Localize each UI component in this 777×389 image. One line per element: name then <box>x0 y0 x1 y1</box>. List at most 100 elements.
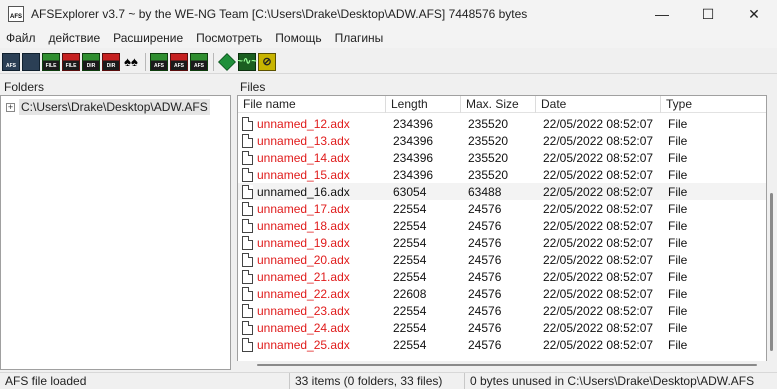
table-row[interactable]: unnamed_18.adx 22554 24576 22/05/2022 08:52… <box>238 217 766 234</box>
file-date: 22/05/2022 08:52:07 <box>543 337 654 352</box>
file-length: 22554 <box>393 320 427 335</box>
menu-action[interactable]: действие <box>43 31 108 45</box>
plugin-icon[interactable]: ⊘ <box>258 52 276 71</box>
menu-file[interactable]: Файл <box>0 31 43 45</box>
file-name-cell: unnamed_25.adx <box>238 337 386 352</box>
table-row[interactable]: unnamed_17.adx 22554 24576 22/05/2022 08:52… <box>238 200 766 217</box>
table-row[interactable]: unnamed_15.adx 234396 235520 22/05/2022 08:… <box>238 166 766 183</box>
file-name: unnamed_16.adx <box>257 184 350 199</box>
column-header-type[interactable]: Type <box>661 96 766 113</box>
file-length: 234396 <box>393 116 434 131</box>
toolbar-separator <box>145 52 146 71</box>
file-date: 22/05/2022 08:52:07 <box>543 150 654 165</box>
file-name-cell: unnamed_20.adx <box>238 252 386 267</box>
expand-icon[interactable]: + <box>6 102 15 112</box>
folders-tree[interactable]: + C:\Users\Drake\Desktop\ADW.AFS <box>0 95 231 370</box>
file-max-size: 24576 <box>468 235 502 250</box>
vertical-scroll-thumb[interactable] <box>770 193 773 351</box>
file-date: 22/05/2022 08:52:07 <box>543 201 654 216</box>
file-date: 22/05/2022 08:52:07 <box>543 286 654 301</box>
table-row[interactable]: unnamed_19.adx 22554 24576 22/05/2022 08:52… <box>238 234 766 251</box>
file-length: 22554 <box>393 337 427 352</box>
table-row[interactable]: unnamed_13.adx 234396 235520 22/05/2022 08:… <box>238 132 766 149</box>
file-length: 22608 <box>393 286 427 301</box>
file-date: 22/05/2022 08:52:07 <box>543 133 654 148</box>
file-name: unnamed_13.adx <box>257 133 350 148</box>
file-name-cell: unnamed_22.adx <box>238 286 386 301</box>
table-row[interactable]: unnamed_12.adx 234396 235520 22/05/2022 08:… <box>238 115 766 132</box>
close-icon: ✕ <box>748 5 760 22</box>
file-name-cell: unnamed_21.adx <box>238 269 386 284</box>
close-button[interactable]: ✕ <box>731 0 777 28</box>
file-length: 22554 <box>393 235 427 250</box>
file-name-cell: unnamed_17.adx <box>238 201 386 216</box>
column-header-date[interactable]: Date <box>536 96 661 113</box>
menu-plugins[interactable]: Плагины <box>329 31 391 45</box>
column-header-file-name[interactable]: File name <box>238 96 386 113</box>
file-type: File <box>668 269 688 284</box>
menu-view[interactable]: Посмотреть <box>190 31 269 45</box>
maximize-icon: ☐ <box>701 5 715 22</box>
file-type: File <box>668 184 688 199</box>
afs-open-icon[interactable]: AFS <box>2 52 20 71</box>
table-row[interactable]: unnamed_16.adx 63054 63488 22/05/2022 08:52… <box>238 183 766 200</box>
table-row[interactable]: unnamed_25.adx 22554 24576 22/05/2022 08:52… <box>238 336 766 353</box>
binoculars-icon[interactable]: ♠♠ <box>122 53 140 71</box>
file-max-size: 24576 <box>468 201 502 216</box>
file-type: File <box>668 235 688 250</box>
save-icon[interactable] <box>22 52 40 71</box>
maximize-button[interactable]: ☐ <box>685 0 731 28</box>
menu-help[interactable]: Помощь <box>269 31 328 45</box>
table-row[interactable]: unnamed_24.adx 22554 24576 22/05/2022 08:52… <box>238 319 766 336</box>
table-row[interactable]: unnamed_14.adx 234396 235520 22/05/2022 08:… <box>238 149 766 166</box>
table-row[interactable]: unnamed_23.adx 22554 24576 22/05/2022 08:52… <box>238 302 766 319</box>
horizontal-scroll-thumb[interactable] <box>257 364 757 366</box>
file-name: unnamed_18.adx <box>257 218 350 233</box>
file-date: 22/05/2022 08:52:07 <box>543 167 654 182</box>
menu-extension[interactable]: Расширение <box>107 31 190 45</box>
minimize-button[interactable]: — <box>639 0 685 28</box>
afs-build-icon[interactable]: AFS <box>150 52 168 71</box>
file-type: File <box>668 167 688 182</box>
afs-tools-icon[interactable]: AFS <box>190 52 208 71</box>
horizontal-scrollbar[interactable] <box>237 361 767 370</box>
file-icon <box>242 150 253 165</box>
import-file-icon[interactable]: FILE <box>42 52 60 71</box>
file-max-size: 235520 <box>468 133 509 148</box>
title-bar[interactable]: AFS AFSExplorer v3.7 ~ by the WE-NG Team… <box>0 0 777 28</box>
minimize-icon: — <box>655 6 669 22</box>
file-icon <box>242 235 253 250</box>
file-name-cell: unnamed_14.adx <box>238 150 386 165</box>
file-length: 63054 <box>393 184 427 199</box>
file-type: File <box>668 150 688 165</box>
column-header-length[interactable]: Length <box>386 96 461 113</box>
file-name-cell: unnamed_18.adx <box>238 218 386 233</box>
menu-bar: Файл действие Расширение Посмотреть Помо… <box>0 28 777 48</box>
file-icon <box>242 252 253 267</box>
emerald-icon[interactable] <box>218 52 236 71</box>
column-header-max-size[interactable]: Max. Size <box>461 96 536 113</box>
file-length: 22554 <box>393 201 427 216</box>
file-icon <box>242 269 253 284</box>
file-length: 22554 <box>393 269 427 284</box>
tree-root-node[interactable]: + C:\Users\Drake\Desktop\ADW.AFS <box>6 99 210 115</box>
files-list[interactable]: File name Length Max. Size Date Type unn… <box>237 95 767 370</box>
file-name-cell: unnamed_19.adx <box>238 235 386 250</box>
file-max-size: 24576 <box>468 218 502 233</box>
file-date: 22/05/2022 08:52:07 <box>543 218 654 233</box>
file-max-size: 24576 <box>468 269 502 284</box>
afs-extract-icon[interactable]: AFS <box>170 52 188 71</box>
waveform-icon[interactable]: ~∿~ <box>237 52 257 71</box>
window-controls: — ☐ ✕ <box>639 0 777 28</box>
tree-root-label[interactable]: C:\Users\Drake\Desktop\ADW.AFS <box>19 99 210 115</box>
export-file-icon[interactable]: FILE <box>62 52 80 71</box>
table-row[interactable]: unnamed_20.adx 22554 24576 22/05/2022 08:52… <box>238 251 766 268</box>
file-icon <box>242 133 253 148</box>
table-row[interactable]: unnamed_21.adx 22554 24576 22/05/2022 08:52… <box>238 268 766 285</box>
import-dir-icon[interactable]: DIR <box>82 52 100 71</box>
status-message: AFS file loaded <box>0 372 290 389</box>
table-row[interactable]: unnamed_22.adx 22608 24576 22/05/2022 08:52… <box>238 285 766 302</box>
vertical-scrollbar[interactable] <box>767 95 777 370</box>
file-name-cell: unnamed_24.adx <box>238 320 386 335</box>
export-dir-icon[interactable]: DIR <box>102 52 120 71</box>
